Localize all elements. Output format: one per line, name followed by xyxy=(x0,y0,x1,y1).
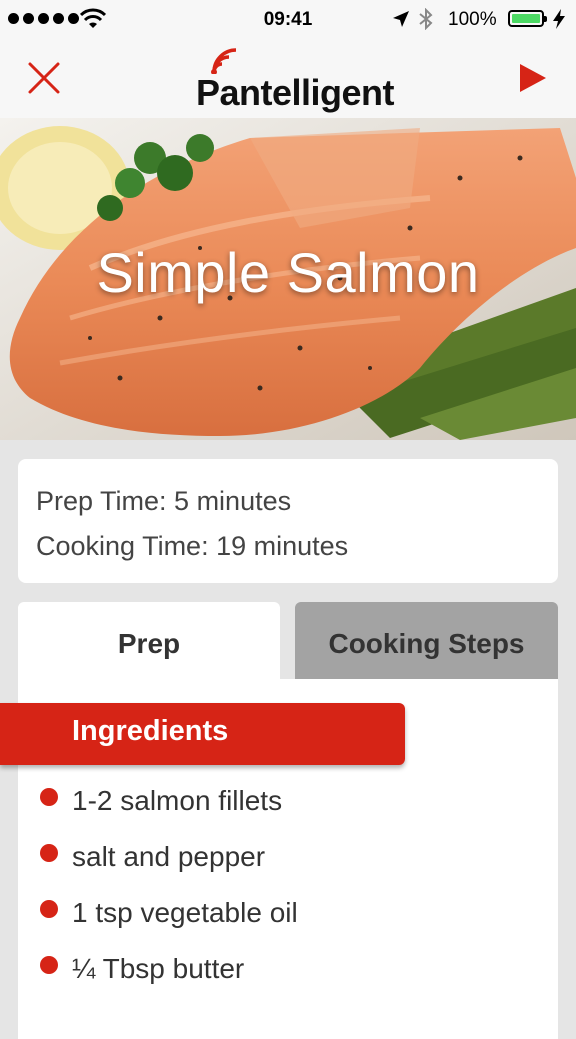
nav-bar: Pantelligent xyxy=(0,40,576,118)
bullet-icon xyxy=(40,900,58,918)
battery-icon xyxy=(508,10,547,27)
logo-text: Pantelligent xyxy=(196,72,395,113)
ingredients-header-label: Ingredients xyxy=(72,715,229,747)
pantelligent-logo: Pantelligent xyxy=(196,42,395,114)
recipe-hero-image: Simple Salmon xyxy=(0,118,576,440)
ingredient-text: ¼ Tbsp butter xyxy=(72,953,245,984)
ingredient-text: salt and pepper xyxy=(72,841,266,872)
ingredients-header: Ingredients xyxy=(0,703,405,765)
recipe-time-card: Prep Time: 5 minutes Cooking Time: 19 mi… xyxy=(18,459,558,583)
bullet-icon xyxy=(40,788,58,806)
ingredient-text: 1 tsp vegetable oil xyxy=(72,897,298,928)
ingredient-text: 1-2 salmon fillets xyxy=(72,785,283,816)
battery-percentage: 100% xyxy=(448,9,497,30)
location-arrow-icon xyxy=(393,11,409,27)
wifi-signal-logo-icon xyxy=(211,48,237,74)
bluetooth-icon xyxy=(419,8,433,30)
close-icon[interactable] xyxy=(20,54,68,102)
prep-time: Prep Time: 5 minutes xyxy=(36,486,292,516)
bullet-icon xyxy=(40,956,58,974)
recipe-title: Simple Salmon xyxy=(96,241,480,304)
tab-prep[interactable]: Prep xyxy=(18,602,280,680)
play-icon[interactable] xyxy=(514,58,550,98)
status-bar: 09:41 100% xyxy=(0,0,576,40)
bullet-icon xyxy=(40,844,58,862)
tab-cooking-steps[interactable]: Cooking Steps xyxy=(295,602,558,680)
charging-bolt-icon xyxy=(553,9,565,29)
cooking-time: Cooking Time: 19 minutes xyxy=(36,531,349,561)
